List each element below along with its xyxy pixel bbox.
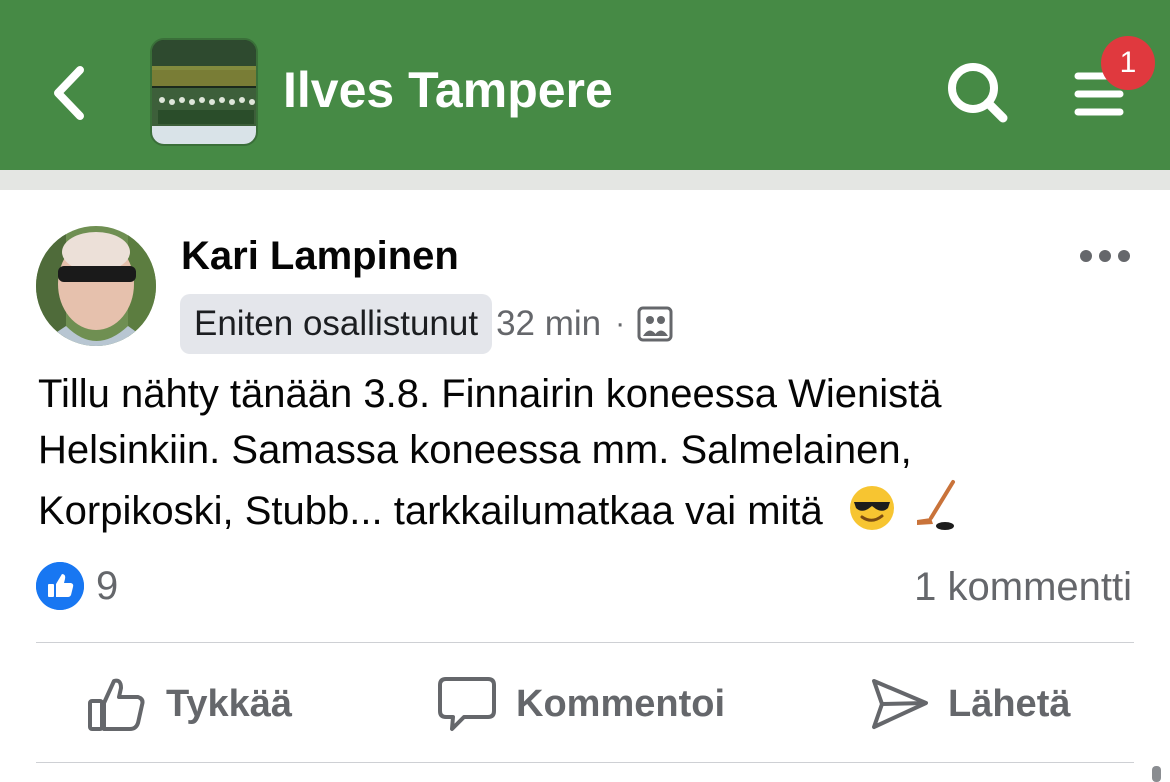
speech-bubble-icon — [438, 677, 496, 731]
header-separator — [0, 170, 1170, 190]
more-horizontal-icon — [1080, 250, 1130, 262]
reaction-count: 9 — [96, 563, 119, 608]
group-title[interactable]: Ilves Tampere — [283, 58, 613, 122]
comment-count[interactable]: 1 kommentti — [914, 562, 1132, 612]
group-header: Ilves Tampere 1 — [0, 0, 1170, 170]
post-text-line: Helsinkiin. Samassa koneessa mm. Salmela… — [38, 428, 912, 472]
sunglasses-smiley-icon — [849, 486, 894, 530]
group-members-icon — [637, 306, 673, 342]
comment-button[interactable]: Kommentoi — [436, 668, 725, 740]
back-button[interactable] — [40, 58, 100, 128]
send-button-label: Lähetä — [948, 682, 1071, 725]
author-avatar[interactable] — [36, 226, 156, 346]
like-button[interactable]: Tykkää — [86, 668, 292, 740]
post-body: Tillu nähty tänään 3.8. Finnairin konees… — [38, 366, 1138, 539]
send-arrow-icon — [872, 679, 928, 729]
search-icon — [948, 63, 1008, 123]
more-options-button[interactable] — [1074, 236, 1136, 276]
post-meta: Eniten osallistunut 32 min · — [180, 294, 673, 354]
like-button-label: Tykkää — [166, 682, 293, 725]
thumbs-up-icon — [88, 678, 145, 731]
member-badge[interactable]: Eniten osallistunut — [180, 294, 493, 354]
divider — [36, 642, 1134, 643]
chevron-left-icon — [54, 66, 84, 120]
comment-button-label: Kommentoi — [516, 682, 725, 725]
post-timestamp[interactable]: 32 min — [496, 304, 601, 344]
scrollbar[interactable] — [1152, 766, 1161, 782]
notification-badge: 1 — [1101, 36, 1155, 90]
divider — [36, 762, 1134, 763]
post-text-line: Korpikoski, Stubb... tarkkailumatkaa vai… — [38, 478, 1138, 539]
group-cover-thumbnail[interactable] — [150, 38, 258, 146]
author-name[interactable]: Kari Lampinen — [181, 230, 459, 282]
hockey-stick-icon — [917, 480, 956, 530]
like-reaction-icon — [36, 562, 84, 610]
reaction-summary[interactable]: 9 — [36, 562, 118, 610]
send-button[interactable]: Lähetä — [868, 668, 1070, 740]
post-text-line: Tillu nähty tänään 3.8. Finnairin konees… — [38, 372, 942, 416]
search-button[interactable] — [943, 58, 1013, 128]
meta-separator: · — [615, 307, 626, 340]
